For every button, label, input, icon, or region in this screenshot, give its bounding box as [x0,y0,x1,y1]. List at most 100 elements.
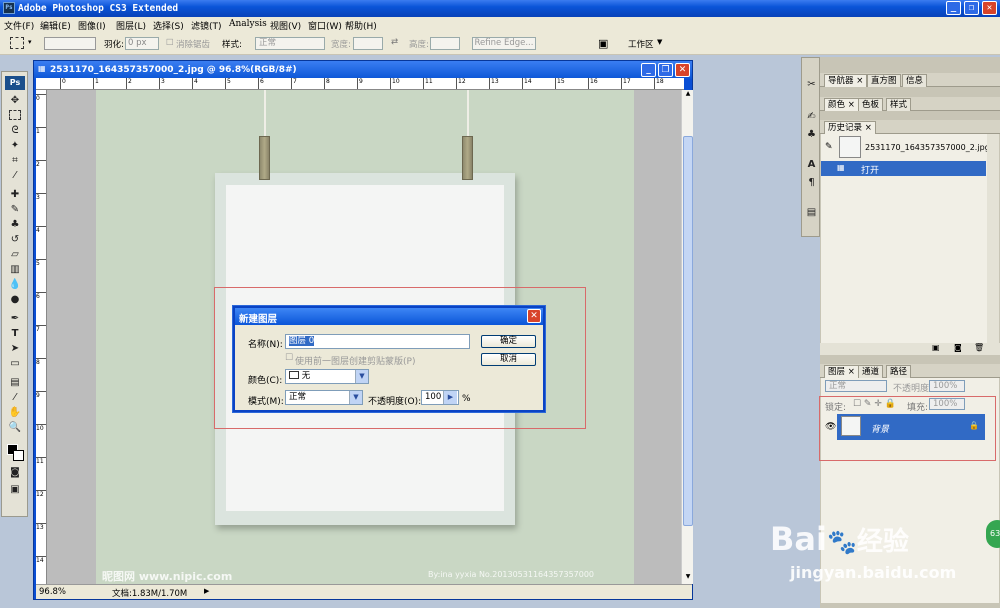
marquee-tool-icon[interactable] [10,37,24,49]
layer-comps-icon[interactable]: ▤ [805,206,818,220]
tab-history[interactable]: 历史记录 × [824,121,876,134]
history-brush-icon[interactable]: ↺ [8,234,22,246]
pen-tool-icon[interactable]: ✒ [8,313,22,325]
blur-tool-icon[interactable]: 💧 [8,279,22,291]
new-document-icon[interactable]: ▣ [932,343,940,352]
tab-info[interactable]: 信息 [902,74,928,87]
clone-source-icon[interactable]: ♣ [805,128,818,142]
brush-tool-icon[interactable]: ✎ [8,204,22,216]
brushes-icon[interactable]: ✍ [805,110,818,124]
eyedropper-icon[interactable]: ⁄ [8,392,22,404]
menu-layer[interactable]: 图层(L) [116,19,146,32]
tab-color-label: 颜色 [828,100,846,110]
chevron-down-icon: ▼ [355,370,368,383]
mode-select[interactable]: 正常 ▼ [285,390,363,405]
menu-file[interactable]: 文件(F) [4,19,34,32]
menu-window[interactable]: 窗口(W) [308,19,342,32]
height-input[interactable] [430,37,460,50]
history-snapshot-thumbnail[interactable] [839,136,861,158]
menu-select[interactable]: 选择(S) [153,19,184,32]
ok-button[interactable]: 确定 [481,335,536,348]
marquee-tool-icon[interactable] [9,110,21,120]
feather-input[interactable]: 0 px [125,37,159,50]
menu-bar: 文件(F) 编辑(E) 图像(I) 图层(L) 选择(S) 滤镜(T) Anal… [0,17,1000,33]
width-input[interactable] [353,37,383,50]
scroll-up-icon[interactable]: ▲ [683,90,693,100]
status-arrow-icon[interactable]: ▶ [204,587,209,595]
ruler-mark: 6 [258,78,264,89]
tool-presets-icon[interactable]: ✂ [805,78,818,92]
path-select-icon[interactable]: ➤ [8,343,22,355]
cancel-button[interactable]: 取消 [481,353,536,366]
tab-layers[interactable]: 图层 × [824,365,859,378]
name-field[interactable]: 图层 0 [285,334,470,349]
clip-mask-checkbox[interactable]: ☐ [285,353,293,363]
zoom-tool-icon[interactable]: 🔍 [8,422,22,434]
crop-tool-icon[interactable]: ⌗ [8,155,22,167]
close-button[interactable]: ✕ [982,1,997,15]
shape-tool-icon[interactable]: ▭ [8,358,22,370]
menu-help[interactable]: 帮助(H) [345,19,377,32]
color-select[interactable]: 无 ▼ [285,369,369,384]
history-snapshot-name[interactable]: 2531170_164357357000_2.jpg [865,143,990,152]
menu-edit[interactable]: 编辑(E) [40,19,71,32]
tab-histogram[interactable]: 直方图 [867,74,901,87]
tab-color[interactable]: 颜色 × [824,98,859,111]
delete-icon[interactable]: 🗑 [974,343,984,352]
minimize-button[interactable]: _ [946,1,961,15]
style-select[interactable]: 正常 [255,37,325,50]
quick-mask-icon[interactable]: ◙ [8,467,22,479]
magic-wand-icon[interactable]: ✦ [8,140,22,152]
opacity-slider-arrow-icon[interactable]: ▶ [443,391,457,404]
history-step-row[interactable]: ▦ 打开 [821,161,986,176]
tab-swatches[interactable]: 色板 [858,98,884,111]
tab-paths[interactable]: 路径 [886,365,912,378]
layer-opacity-field[interactable]: 100% [929,380,965,392]
dodge-tool-icon[interactable]: ● [8,294,22,306]
tab-navigator[interactable]: 导航器 × [824,74,868,87]
palette-well-icon[interactable]: ▣ [598,37,608,50]
zoom-level[interactable]: 96.8% [39,587,66,597]
menu-view[interactable]: 视图(V) [270,19,301,32]
move-tool-icon[interactable]: ✥ [8,95,22,107]
notes-tool-icon[interactable]: ▤ [8,377,22,389]
new-layer-dialog: 新建图层 ✕ 名称(N): 图层 0 ☐ 使用前一图层创建剪贴蒙版(P) 颜色(… [233,306,545,412]
tab-channels[interactable]: 通道 [858,365,884,378]
selection-mode-group[interactable] [44,37,96,50]
character-icon[interactable]: A [805,158,818,172]
healing-brush-icon[interactable]: ✚ [8,189,22,201]
slice-tool-icon[interactable]: ⁄ [8,170,22,182]
background-color-swatch[interactable] [13,450,24,461]
doc-maximize-button[interactable]: ❐ [658,63,673,77]
clone-stamp-icon[interactable]: ♣ [8,219,22,231]
type-tool-icon[interactable]: T [8,328,22,340]
menu-filter[interactable]: 滤镜(T) [191,19,222,32]
swap-icon[interactable]: ⇄ [391,37,398,47]
doc-minimize-button[interactable]: _ [641,63,656,77]
dialog-close-button[interactable]: ✕ [527,309,541,323]
chevron-down-icon: ▼ [349,391,362,404]
scrollbar-thumb[interactable] [683,136,693,526]
doc-close-button[interactable]: ✕ [675,63,690,77]
paragraph-icon[interactable]: ¶ [805,176,818,190]
tab-styles[interactable]: 样式 [886,98,912,111]
workspace-button[interactable]: 工作区 [628,38,654,50]
menu-analysis[interactable]: Analysis [229,19,267,29]
history-scrollbar[interactable] [987,134,999,354]
tool-preset-arrow-icon[interactable]: ▾ [28,38,32,46]
new-snapshot-icon[interactable]: ◙ [954,343,962,352]
hand-tool-icon[interactable]: ✋ [8,407,22,419]
workspace-arrow-icon[interactable]: ▼ [657,38,662,46]
vertical-scrollbar[interactable]: ▲ ▼ [681,90,693,584]
gradient-tool-icon[interactable]: ▥ [8,264,22,276]
eraser-tool-icon[interactable]: ▱ [8,249,22,261]
lasso-tool-icon[interactable]: ᘓ [8,125,22,137]
blend-mode-select[interactable]: 正常 [825,380,887,392]
screen-mode-icon[interactable]: ▣ [8,484,22,496]
scroll-down-icon[interactable]: ▼ [683,573,693,583]
badge[interactable]: 63 [986,520,1000,548]
refine-edge-button[interactable]: Refine Edge... [472,37,536,50]
menu-image[interactable]: 图像(I) [78,19,106,32]
antialias-checkbox[interactable]: ☐ [166,38,174,48]
maximize-button[interactable]: ❐ [964,1,979,15]
